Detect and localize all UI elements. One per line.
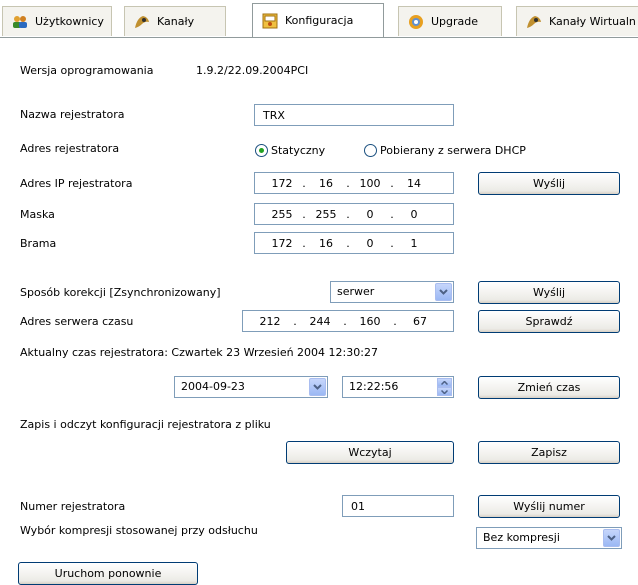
tab-upgrade[interactable]: Upgrade (398, 6, 502, 36)
users-icon (11, 14, 29, 30)
spin-up-icon[interactable] (437, 378, 452, 387)
mask-field[interactable]: 255. 255. 0. 0 (254, 203, 454, 225)
check-server-button[interactable]: Sprawdź (478, 310, 620, 333)
restart-button[interactable]: Uruchom ponownie (18, 562, 198, 585)
tab-divider (0, 37, 638, 38)
firmware-value: 1.9.2/22.09.2004PCI (196, 64, 309, 77)
tab-configuration[interactable]: Konfiguracja (252, 3, 384, 37)
recorder-name-label: Nazwa rejestratora (20, 108, 125, 121)
virtual-channels-icon (525, 14, 543, 30)
chevron-down-icon[interactable] (309, 378, 326, 396)
spin-down-icon[interactable] (437, 387, 452, 396)
ip-octet-3: 100 (359, 176, 381, 190)
dhcp-radio[interactable] (364, 144, 377, 157)
correction-select[interactable]: serwer (330, 281, 454, 303)
ip-label: Adres IP rejestratora (20, 177, 133, 190)
current-time-text: Aktualny czas rejestratora: Czwartek 23 … (20, 346, 378, 359)
recorder-number-input[interactable]: 01 (342, 495, 454, 517)
send-correction-button[interactable]: Wyślij (478, 281, 620, 304)
recorder-number-label: Numer rejestratora (20, 500, 126, 513)
time-spinner[interactable]: 12:22:56 (342, 376, 454, 398)
load-config-button[interactable]: Wczytaj (286, 441, 454, 464)
compression-label: Wybór kompresji stosowanej przy odsłuchu (20, 524, 258, 537)
ip-octet-4: 14 (407, 176, 421, 190)
config-file-label: Zapis i odczyt konfiguracji rejestratora… (20, 418, 271, 431)
compression-select[interactable]: Bez kompresji (476, 527, 622, 549)
tab-users[interactable]: Użytkownicy (2, 6, 112, 36)
time-server-field[interactable]: 212. 244. 160. 67 (242, 310, 454, 332)
time-server-label: Adres serwera czasu (20, 315, 134, 328)
ip-address-field[interactable]: 172. 16. 100. 14 (254, 172, 454, 194)
ip-octet-1: 172 (271, 176, 293, 190)
static-radio[interactable] (255, 144, 268, 157)
tab-channels[interactable]: Kanały (124, 6, 226, 36)
upgrade-icon (407, 14, 425, 30)
save-config-button[interactable]: Zapisz (478, 441, 620, 464)
channels-icon (133, 14, 151, 30)
recorder-name-input[interactable]: TRX (254, 104, 454, 126)
dhcp-radio-label: Pobierany z serwera DHCP (380, 144, 526, 157)
gateway-field[interactable]: 172. 16. 0. 1 (254, 232, 454, 254)
spinner-buttons[interactable] (437, 378, 452, 396)
chevron-down-icon[interactable] (435, 283, 452, 301)
date-picker[interactable]: 2004-09-23 (174, 376, 328, 398)
change-time-button[interactable]: Zmień czas (478, 376, 620, 399)
chevron-down-icon[interactable] (603, 529, 620, 547)
tab-bar: Użytkownicy Kanały Konfiguracja Upgrade … (0, 0, 638, 38)
mask-label: Maska (20, 208, 55, 221)
ip-octet-2: 16 (319, 176, 333, 190)
address-label: Adres rejestratora (20, 142, 120, 155)
tab-virtual-channels[interactable]: Kanały Wirtualn (516, 6, 638, 36)
static-radio-label: Statyczny (271, 144, 326, 157)
gateway-label: Brama (20, 237, 57, 250)
send-number-button[interactable]: Wyślij numer (478, 495, 620, 518)
config-icon (261, 13, 279, 29)
send-ip-button[interactable]: Wyślij (478, 172, 620, 195)
correction-label: Sposób korekcji [Zsynchronizowany] (20, 286, 221, 299)
firmware-label: Wersja oprogramowania (20, 64, 154, 77)
